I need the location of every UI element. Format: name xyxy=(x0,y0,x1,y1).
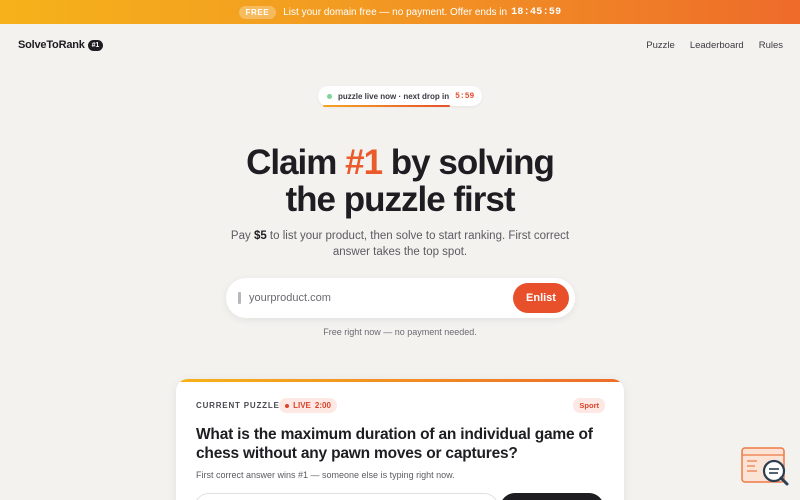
live-time: 2:00 xyxy=(314,401,331,410)
puzzle-card: CURRENT PUZZLE LIVE 2:00 Sport What is t… xyxy=(176,379,624,500)
hero-title: Claim #1 by solving the puzzle first xyxy=(0,144,800,218)
search-help-icon[interactable] xyxy=(741,446,791,490)
nav-leaderboard[interactable]: Leaderboard xyxy=(690,40,744,51)
live-dot-icon xyxy=(327,93,332,99)
current-puzzle-label: CURRENT PUZZLE xyxy=(196,401,280,410)
live-timer-badge: LIVE 2:00 xyxy=(279,398,337,413)
countdown-progress-bar xyxy=(323,105,450,107)
submit-answer-button[interactable] xyxy=(500,493,604,500)
hero-sub-price: $5 xyxy=(253,230,267,242)
main-nav: Puzzle Leaderboard Rules xyxy=(646,40,783,51)
nav-puzzle[interactable]: Puzzle xyxy=(646,40,675,51)
puzzle-note: First correct answer wins #1 — someone e… xyxy=(196,470,455,480)
free-badge: FREE xyxy=(238,5,277,19)
promo-text: List your domain free — no payment. Offe… xyxy=(283,6,508,18)
hero-sub-rest: to list your product, then solve to star… xyxy=(266,230,570,258)
nav-rules[interactable]: Rules xyxy=(759,40,783,51)
enlist-form: Enlist xyxy=(226,278,575,318)
live-label: LIVE xyxy=(293,401,311,410)
enlist-button[interactable]: Enlist xyxy=(513,283,569,313)
hero-title-line2: the puzzle first xyxy=(285,180,515,219)
hero-title-accent: #1 xyxy=(345,143,383,182)
next-drop-countdown: 5:59 xyxy=(455,91,475,101)
promo-timer: 18:45:59 xyxy=(511,6,562,18)
free-note: Free right now — no payment needed. xyxy=(323,327,477,337)
live-dot-icon xyxy=(285,403,290,408)
live-status-pill: puzzle live now · next drop in 5:59 xyxy=(318,86,482,107)
logo[interactable]: SolveToRank #1 xyxy=(18,39,104,51)
logo-badge: #1 xyxy=(87,39,104,51)
promo-banner: FREE List your domain free — no payment.… xyxy=(0,0,800,24)
puzzle-question: What is the maximum duration of an indiv… xyxy=(196,426,593,462)
logo-text: SolveToRank xyxy=(18,39,85,51)
category-badge: Sport xyxy=(573,398,605,413)
text-cursor-icon xyxy=(238,292,241,304)
card-accent-line xyxy=(176,379,624,382)
hero-title-part1: Claim xyxy=(246,143,346,182)
answer-input[interactable] xyxy=(194,493,499,500)
site-header: SolveToRank #1 Puzzle Leaderboard Rules xyxy=(0,24,800,66)
domain-input[interactable] xyxy=(249,292,499,304)
hero-subtitle: Pay $5 to list your product, then solve … xyxy=(225,228,575,260)
hero-sub-prefix: Pay xyxy=(230,230,254,242)
hero-title-part2: by solving xyxy=(382,143,555,182)
live-status-text: puzzle live now · next drop in xyxy=(338,91,450,101)
